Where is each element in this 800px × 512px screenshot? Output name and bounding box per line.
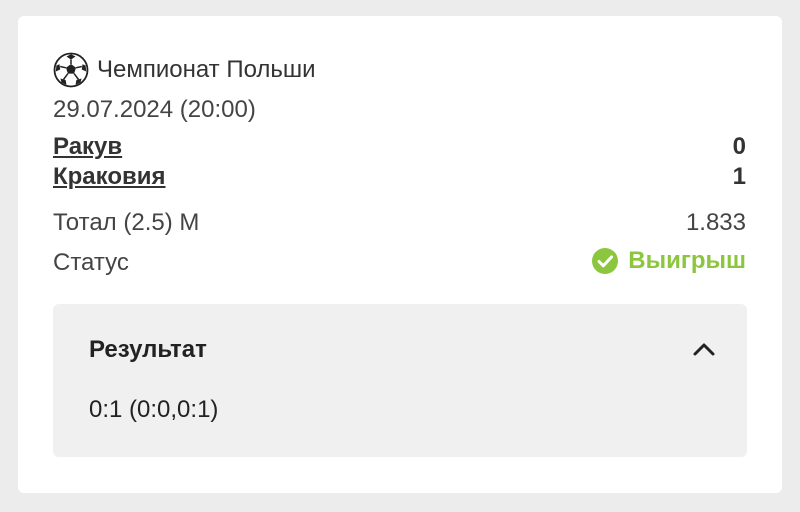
match-datetime: 29.07.2024 (20:00): [53, 96, 256, 123]
chevron-up-icon[interactable]: [691, 336, 717, 362]
league-name: Чемпионат Польши: [97, 56, 316, 83]
status-badge: Выигрыш: [592, 247, 746, 275]
status-label: Статус: [53, 249, 129, 276]
check-circle-icon: [592, 248, 619, 274]
result-panel: Результат 0:1 (0:0,0:1): [53, 304, 747, 457]
away-team-score: 1: [732, 163, 746, 190]
soccer-ball-icon: [53, 52, 89, 88]
bet-market-label: Тотал (2.5) М: [53, 209, 200, 236]
bet-odds: 1.833: [685, 209, 746, 236]
home-team-link[interactable]: Ракув: [53, 133, 122, 161]
bet-card: Чемпионат Польши 29.07.2024 (20:00) Раку…: [18, 16, 782, 493]
status-value: Выигрыш: [628, 247, 746, 274]
home-team-score: 0: [732, 133, 746, 160]
league-header: Чемпионат Польши: [53, 52, 316, 88]
result-score: 0:1 (0:0,0:1): [89, 396, 219, 423]
away-team-link[interactable]: Краковия: [53, 163, 166, 191]
result-title: Результат: [89, 336, 207, 363]
